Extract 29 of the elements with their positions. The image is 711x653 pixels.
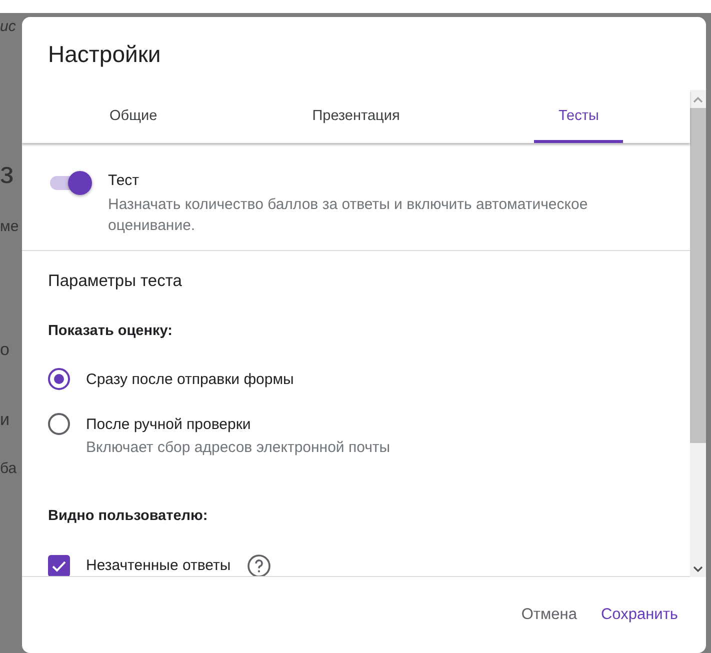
scrollbar-thumb[interactable] (690, 108, 706, 443)
option-hint: Включает сбор адресов электронной почты (86, 438, 390, 458)
scrollbar[interactable] (690, 90, 706, 577)
checkbox[interactable] (48, 555, 70, 576)
toggle-switch[interactable] (48, 171, 92, 195)
background-text: з (0, 159, 14, 189)
scroll-down-icon[interactable] (693, 565, 703, 573)
radio-button[interactable] (48, 368, 70, 390)
group-heading: Показать оценку: (48, 322, 174, 341)
save-button[interactable]: Сохранить (592, 597, 686, 632)
background-text: ис (0, 19, 16, 34)
radio-button[interactable] (48, 413, 70, 435)
help-icon[interactable] (246, 554, 271, 576)
group-heading: Видно пользователю: (48, 507, 209, 526)
background-text: ба (0, 461, 17, 476)
background-text: и (0, 411, 10, 428)
background-text: о (0, 341, 10, 358)
tab[interactable]: Общие (22, 90, 245, 143)
option-label: После ручной проверки (86, 415, 252, 435)
tab[interactable]: Презентация (244, 90, 468, 143)
toggle-label: Тест (108, 171, 140, 191)
option-label: Сразу после отправки формы (86, 370, 294, 390)
checkbox-label: Незачтенные ответы (86, 556, 231, 576)
cancel-button[interactable]: Отмена (513, 597, 585, 632)
dialog-title: Настройки (47, 40, 162, 69)
tab[interactable]: Тесты (467, 90, 690, 143)
toggle-description: Назначать количество баллов за ответы и включить автоматическое оценивание. (108, 194, 589, 236)
section-title: Параметры теста (48, 271, 183, 292)
background-text: ме (0, 219, 19, 234)
